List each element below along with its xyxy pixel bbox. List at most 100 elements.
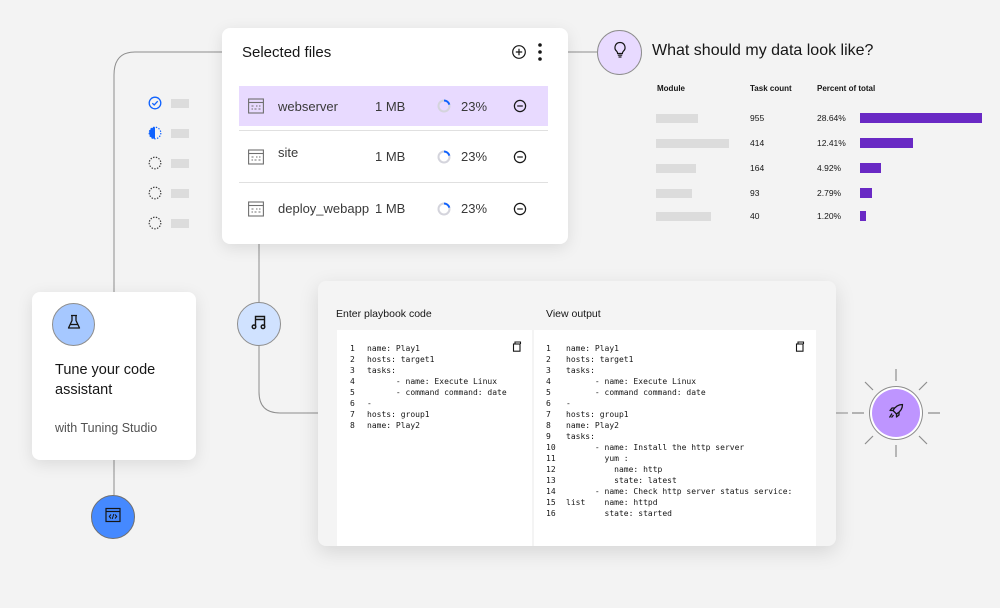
step-item[interactable]: [148, 178, 189, 208]
code-text: -: [367, 399, 372, 408]
file-name: deploy_webapp: [278, 201, 370, 216]
tune-code-assistant-card[interactable]: Tune your code assistant with Tuning Stu…: [32, 292, 196, 460]
add-circle-icon[interactable]: [511, 44, 527, 60]
music-node[interactable]: [237, 302, 281, 346]
file-progress-percent: 23%: [461, 98, 488, 114]
copy-icon[interactable]: [512, 339, 522, 352]
code-node[interactable]: [91, 495, 135, 539]
code-text: - name: Check http server status service…: [566, 487, 793, 496]
data-section-title: What should my data look like?: [652, 42, 874, 59]
code-text: name: Play2: [367, 421, 420, 430]
code-text: - name: Install the http server: [566, 443, 745, 452]
module-name-placeholder: [656, 164, 696, 173]
code-text: hosts: group1: [566, 410, 629, 419]
table-row: 414 12.41%: [656, 137, 986, 149]
code-line: 15 list name: httpd: [546, 497, 792, 508]
code-text: hosts: target1: [367, 355, 435, 364]
percent-bar: [860, 138, 913, 148]
lightbulb-node[interactable]: [597, 30, 642, 75]
line-number: 15: [546, 498, 556, 507]
percent-of-total: 1.20%: [817, 211, 842, 221]
table-row: 164 4.92%: [656, 162, 986, 174]
connector-music-to-panel: [258, 346, 318, 414]
step-label-placeholder: [171, 98, 189, 108]
column-header-module: Module: [657, 84, 685, 93]
remove-circle-icon[interactable]: [513, 99, 527, 113]
table-row: 93 2.79%: [656, 187, 986, 199]
file-row[interactable]: site 1 MB 23%: [239, 130, 548, 182]
code-text: - name: Execute Linux: [367, 377, 498, 386]
remove-circle-icon[interactable]: [513, 150, 527, 164]
code-text: -: [566, 399, 571, 408]
rocket-icon: [887, 402, 905, 425]
music-icon: [250, 313, 268, 336]
data-table-icon: [248, 98, 264, 114]
playbook-output-view[interactable]: 1 name: Play1 2 hosts: target1 3 tasks: 4 - na…: [534, 330, 816, 546]
percent-of-total: 28.64%: [817, 113, 846, 123]
code-text: - name: Execute Linux: [566, 377, 697, 386]
code-window-icon: [105, 507, 121, 528]
table-row: 40 1.20%: [656, 210, 986, 222]
percent-of-total: 4.92%: [817, 163, 842, 173]
line-number: 6: [546, 399, 551, 408]
playbook-code-panel: Enter playbook code View output 1 name: P…: [318, 281, 836, 546]
checkmark-circle-icon: [148, 96, 162, 110]
code-text: - command command: date: [566, 388, 706, 397]
percent-of-total: 12.41%: [817, 138, 846, 148]
code-line: 1 name: Play1: [546, 343, 792, 354]
flask-node: [52, 303, 95, 346]
code-text: name: Play1: [566, 344, 619, 353]
code-line: 10 - name: Install the http server: [546, 442, 792, 453]
file-size: 1 MB: [375, 201, 406, 216]
code-line: 7 hosts: group1: [350, 409, 507, 420]
code-line: 8 name: Play2: [350, 420, 507, 431]
code-line: 6-: [546, 398, 792, 409]
line-number: 2: [546, 355, 551, 364]
code-line: 16 state: started: [546, 508, 792, 519]
data-table-icon: [248, 148, 264, 165]
step-label-placeholder: [171, 188, 189, 198]
table-row: 955 28.64%: [656, 112, 986, 124]
rocket-launch-node[interactable]: [848, 365, 944, 461]
remove-circle-icon[interactable]: [513, 202, 527, 216]
line-number: 16: [546, 509, 556, 518]
copy-icon[interactable]: [795, 339, 805, 352]
line-number: 8: [350, 421, 355, 430]
line-number: 12: [546, 465, 556, 474]
code-line: 5 - command command: date: [350, 387, 507, 398]
progress-steps: [148, 88, 189, 238]
code-text: list name: httpd: [566, 498, 658, 507]
task-count: 93: [750, 188, 760, 198]
step-label-placeholder: [171, 218, 189, 228]
column-header-percent: Percent of total: [817, 84, 876, 93]
step-label-placeholder: [171, 128, 189, 138]
code-text: hosts: target1: [566, 355, 634, 364]
module-name-placeholder: [656, 212, 711, 221]
files-card-title: Selected files: [242, 44, 332, 61]
lightbulb-icon: [612, 41, 628, 64]
selected-files-card: Selected files webserver 1 MB 23% site 1…: [222, 28, 568, 244]
dashed-circle-icon: [148, 186, 162, 200]
step-item[interactable]: [148, 88, 189, 118]
file-row[interactable]: webserver 1 MB 23%: [239, 86, 548, 126]
tune-card-title: Tune your code assistant: [55, 362, 156, 398]
code-line: 3 tasks:: [546, 365, 792, 376]
percent-bar: [860, 211, 866, 221]
step-item[interactable]: [148, 208, 189, 238]
line-number: 5: [350, 388, 355, 397]
step-item[interactable]: [148, 118, 189, 148]
code-line: 8 name: Play2: [546, 420, 792, 431]
code-text: name: Play2: [566, 421, 619, 430]
code-text: yum :: [566, 454, 629, 463]
step-item[interactable]: [148, 148, 189, 178]
rocket-node: [872, 389, 920, 437]
file-row[interactable]: deploy_webapp 1 MB 23%: [239, 182, 548, 234]
code-text: name: http: [566, 465, 663, 474]
overflow-menu-vertical-icon[interactable]: [536, 42, 544, 62]
file-name: webserver: [278, 98, 338, 114]
playbook-code-input[interactable]: 1 name: Play1 2 hosts: target1 3 tasks: 4 - na…: [337, 330, 532, 546]
line-number: 6: [350, 399, 355, 408]
code-text: tasks:: [566, 432, 595, 441]
output-pane-label: View output: [546, 308, 601, 320]
code-text: tasks:: [566, 366, 595, 375]
